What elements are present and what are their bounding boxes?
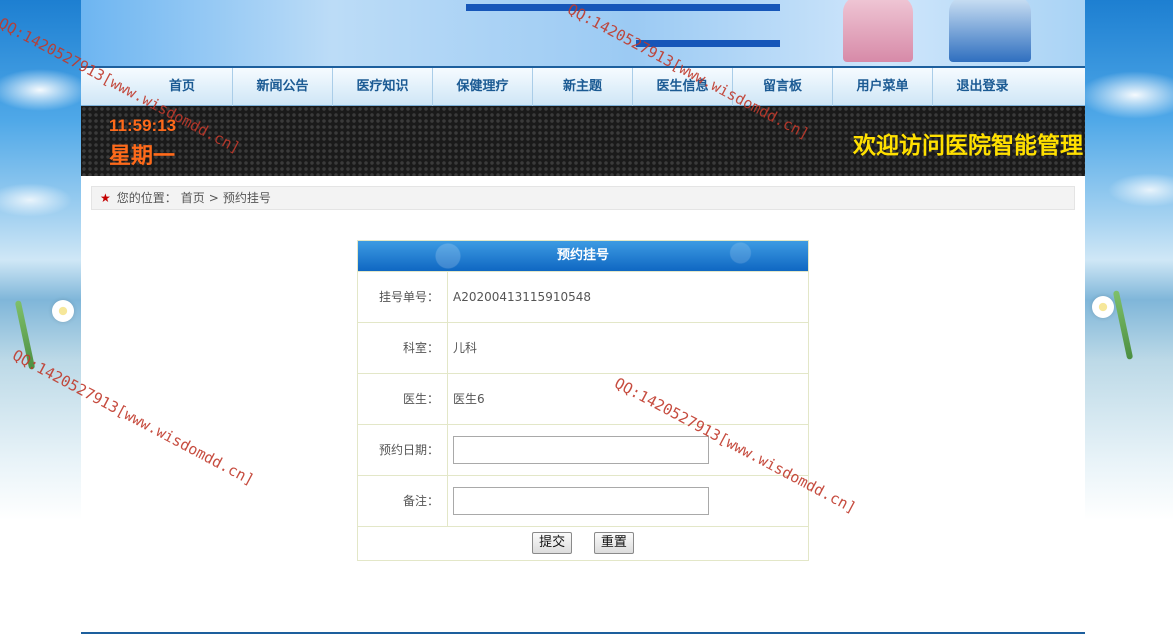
- department-value: 儿科: [453, 341, 478, 355]
- welcome-marquee: 欢迎访问医院智能管理: [853, 133, 1083, 159]
- form-row-doctor: 医生： 医生6: [358, 373, 808, 424]
- main-nav: 首页 新闻公告 医疗知识 保健理疗 新主题 医生信息 留言板 用户菜单 退出登录: [81, 66, 1085, 106]
- order-number-label: 挂号单号：: [358, 272, 448, 322]
- clock-weekday: 星期一: [109, 143, 176, 168]
- appointment-date-label: 预约日期：: [358, 425, 448, 475]
- children-illustration: [843, 0, 913, 62]
- form-actions: 提交 重置: [358, 526, 808, 560]
- breadcrumb: ★ 您的位置： 首页 > 预约挂号: [91, 186, 1075, 210]
- form-row-notes: 备注：: [358, 475, 808, 526]
- order-number-value: A20200413115910548: [453, 290, 591, 304]
- breadcrumb-current: 预约挂号: [222, 191, 271, 205]
- page-container: 首页 新闻公告 医疗知识 保健理疗 新主题 医生信息 留言板 用户菜单 退出登录…: [81, 0, 1085, 634]
- banner-stripe: [466, 4, 780, 11]
- nav-medical-knowledge[interactable]: 医疗知识: [332, 68, 432, 106]
- reset-button[interactable]: 重置: [593, 532, 634, 554]
- form-row-order-number: 挂号单号： A20200413115910548: [358, 271, 808, 322]
- submit-button[interactable]: 提交: [532, 532, 573, 554]
- notes-cell: [448, 476, 808, 526]
- children-illustration: [949, 0, 1031, 62]
- daisy-flower: [1092, 296, 1114, 318]
- nav-health-care[interactable]: 保健理疗: [432, 68, 532, 106]
- breadcrumb-prefix: 您的位置：: [116, 191, 177, 205]
- doctor-label: 医生：: [358, 374, 448, 424]
- notes-label: 备注：: [358, 476, 448, 526]
- daisy-flower: [52, 300, 74, 322]
- appointment-date-input[interactable]: [453, 435, 709, 464]
- form-row-department: 科室： 儿科: [358, 322, 808, 373]
- nav-logout[interactable]: 退出登录: [932, 68, 1032, 106]
- notes-input[interactable]: [453, 486, 709, 515]
- nav-user-menu[interactable]: 用户菜单: [832, 68, 932, 106]
- nav-new-theme[interactable]: 新主题: [532, 68, 632, 106]
- nav-news[interactable]: 新闻公告: [232, 68, 332, 106]
- breadcrumb-separator: >: [208, 191, 219, 205]
- appointment-form: 预约挂号 挂号单号： A20200413115910548 科室： 儿科 医生：…: [357, 240, 809, 561]
- star-icon: ★: [100, 191, 111, 205]
- form-title: 预约挂号: [358, 241, 808, 271]
- breadcrumb-home-link[interactable]: 首页: [181, 191, 205, 205]
- department-label: 科室：: [358, 323, 448, 373]
